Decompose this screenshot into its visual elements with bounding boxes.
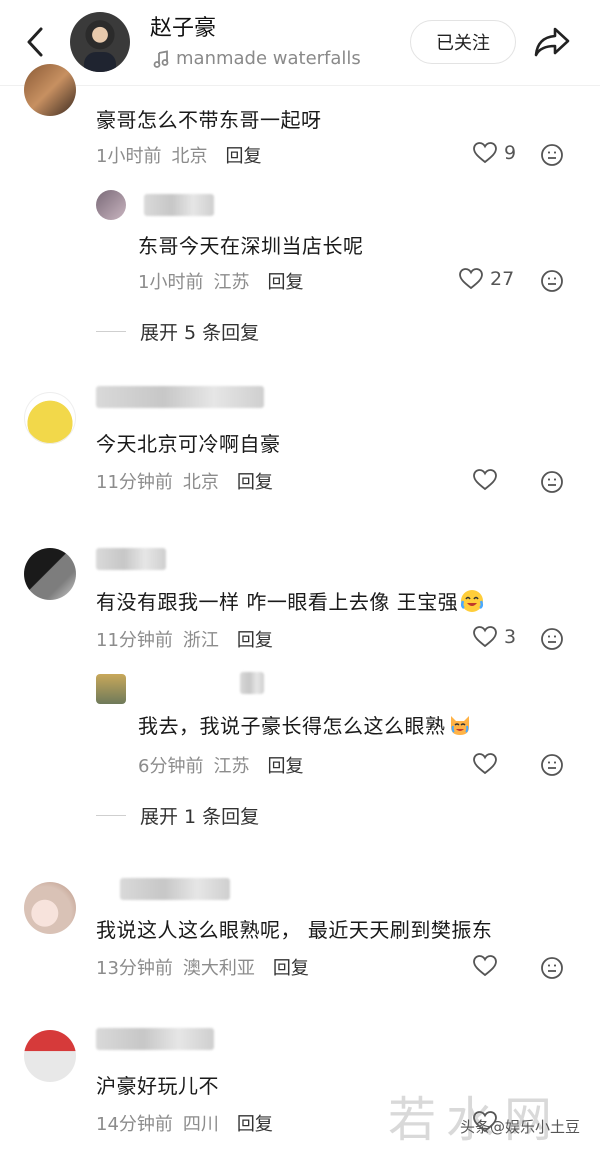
reply-text-content: 我去，我说子豪长得怎么这么眼熟 bbox=[138, 714, 446, 738]
heart-outline-icon bbox=[459, 268, 483, 290]
reply-button[interactable]: 回复 bbox=[237, 1110, 273, 1136]
avatar[interactable] bbox=[70, 12, 130, 72]
like-count: 9 bbox=[504, 142, 517, 164]
avatar[interactable] bbox=[24, 548, 76, 600]
music-note-icon bbox=[153, 49, 169, 68]
comment-text: 沪豪好玩儿不 bbox=[96, 1074, 219, 1098]
like-count: 27 bbox=[490, 268, 515, 290]
reply-button[interactable]: 回复 bbox=[273, 954, 309, 980]
comment-meta: 13分钟前 澳大利亚 回复 bbox=[96, 954, 309, 980]
comment-meta: 11分钟前 北京 回复 bbox=[96, 468, 273, 494]
comment-text-content: 有没有跟我一样 咋一眼看上去像 王宝强 bbox=[96, 590, 459, 614]
heart-outline-icon bbox=[473, 626, 497, 648]
emoji-face-icon[interactable] bbox=[540, 753, 564, 777]
comment-item: 有没有跟我一样 咋一眼看上去像 王宝强 11分钟前 浙江 回复 3 我去，我说子… bbox=[0, 540, 600, 840]
chevron-left-icon bbox=[27, 27, 43, 57]
follow-button[interactable]: 已关注 bbox=[410, 20, 516, 64]
username[interactable]: 赵子豪 bbox=[150, 10, 216, 42]
heart-outline-icon bbox=[473, 753, 497, 775]
blurred-username bbox=[96, 548, 166, 570]
comment-meta: 14分钟前 四川 回复 bbox=[96, 1110, 273, 1136]
reply-button[interactable]: 回复 bbox=[225, 142, 261, 168]
blurred-username bbox=[240, 672, 264, 694]
emoji-face-icon[interactable] bbox=[540, 470, 564, 494]
reply-button[interactable]: 回复 bbox=[267, 268, 303, 294]
reply-avatar[interactable] bbox=[96, 190, 126, 220]
source-credit: 头条@娱乐小土豆 bbox=[460, 1118, 581, 1136]
back-button[interactable] bbox=[18, 22, 52, 62]
expand-replies-button[interactable]: 展开 1 条回复 bbox=[96, 802, 259, 829]
blurred-username bbox=[144, 194, 214, 216]
comment-time: 14分钟前 bbox=[96, 1114, 173, 1135]
blurred-username bbox=[96, 1028, 214, 1050]
comment-time: 1小时前 bbox=[96, 146, 162, 167]
like-button[interactable]: 9 bbox=[472, 141, 516, 165]
reply-text: 东哥今天在深圳当店长呢 bbox=[138, 234, 364, 258]
watermark: 若水网 bbox=[388, 1092, 563, 1148]
comment-location: 浙江 bbox=[182, 630, 219, 651]
music-track[interactable]: manmade waterfalls bbox=[152, 48, 361, 69]
heart-outline-icon bbox=[473, 469, 497, 491]
emoji-face-icon[interactable] bbox=[540, 269, 564, 293]
heart-outline-icon bbox=[473, 955, 497, 977]
share-arrow-icon bbox=[534, 27, 570, 57]
avatar[interactable] bbox=[24, 392, 76, 444]
expand-label: 展开 5 条回复 bbox=[140, 322, 260, 344]
heart-outline-icon bbox=[473, 142, 497, 164]
music-title: manmade waterfalls bbox=[176, 48, 361, 69]
comment-location: 澳大利亚 bbox=[182, 958, 255, 979]
comment-location: 北京 bbox=[182, 472, 219, 493]
expand-label: 展开 1 条回复 bbox=[140, 806, 260, 828]
share-button[interactable] bbox=[530, 22, 574, 62]
reply-button[interactable]: 回复 bbox=[237, 468, 273, 494]
reply-location: 江苏 bbox=[213, 272, 250, 293]
comment-text: 豪哥怎么不带东哥一起呀 bbox=[96, 108, 322, 132]
like-button[interactable] bbox=[472, 954, 498, 978]
avatar[interactable] bbox=[24, 882, 76, 934]
comment-text: 今天北京可冷啊自豪 bbox=[96, 432, 281, 456]
comment-item: 豪哥怎么不带东哥一起呀 1小时前 北京 回复 9 东哥今天在深圳当店长呢 1小时… bbox=[0, 64, 600, 386]
expand-replies-button[interactable]: 展开 5 条回复 bbox=[96, 318, 259, 345]
like-button[interactable]: 27 bbox=[458, 267, 514, 291]
blurred-username bbox=[120, 878, 230, 900]
like-button[interactable]: 3 bbox=[472, 625, 516, 649]
emoji-face-icon[interactable] bbox=[540, 956, 564, 980]
avatar[interactable] bbox=[24, 64, 76, 116]
comment-location: 北京 bbox=[171, 146, 208, 167]
reply-location: 江苏 bbox=[213, 756, 250, 777]
crying-cat-emoji-icon bbox=[450, 716, 469, 735]
avatar[interactable] bbox=[24, 1030, 76, 1082]
profile-header: 赵子豪 manmade waterfalls 已关注 bbox=[0, 0, 600, 86]
comment-location: 四川 bbox=[182, 1114, 219, 1135]
like-button[interactable] bbox=[472, 468, 498, 492]
comment-meta: 1小时前 北京 回复 bbox=[96, 142, 261, 168]
emoji-face-icon[interactable] bbox=[540, 627, 564, 651]
comment-time: 11分钟前 bbox=[96, 472, 173, 493]
reply-meta: 6分钟前 江苏 回复 bbox=[138, 752, 303, 778]
emoji-face-icon[interactable] bbox=[540, 143, 564, 167]
divider bbox=[96, 815, 126, 816]
reply-meta: 1小时前 江苏 回复 bbox=[138, 268, 303, 294]
like-button[interactable] bbox=[472, 752, 498, 776]
comment-item: 我说这人这么眼熟呢， 最近天天刷到樊振东 13分钟前 澳大利亚 回复 bbox=[0, 870, 600, 1000]
reply-text: 我去，我说子豪长得怎么这么眼熟 bbox=[138, 710, 472, 739]
reply-button[interactable]: 回复 bbox=[267, 752, 303, 778]
blurred-username bbox=[96, 386, 264, 408]
comment-item: 今天北京可冷啊自豪 11分钟前 北京 回复 bbox=[0, 380, 600, 520]
comment-text: 有没有跟我一样 咋一眼看上去像 王宝强 bbox=[96, 586, 484, 615]
reply-button[interactable]: 回复 bbox=[237, 626, 273, 652]
reply-avatar[interactable] bbox=[96, 674, 126, 704]
reply-time: 6分钟前 bbox=[138, 756, 204, 777]
comment-text: 我说这人这么眼熟呢， 最近天天刷到樊振东 bbox=[96, 918, 493, 942]
comment-time: 13分钟前 bbox=[96, 958, 173, 979]
reply-time: 1小时前 bbox=[138, 272, 204, 293]
like-count: 3 bbox=[504, 626, 517, 648]
crying-laugh-emoji-icon bbox=[461, 590, 484, 612]
comment-time: 11分钟前 bbox=[96, 630, 173, 651]
divider bbox=[96, 331, 126, 332]
comment-meta: 11分钟前 浙江 回复 bbox=[96, 626, 273, 652]
